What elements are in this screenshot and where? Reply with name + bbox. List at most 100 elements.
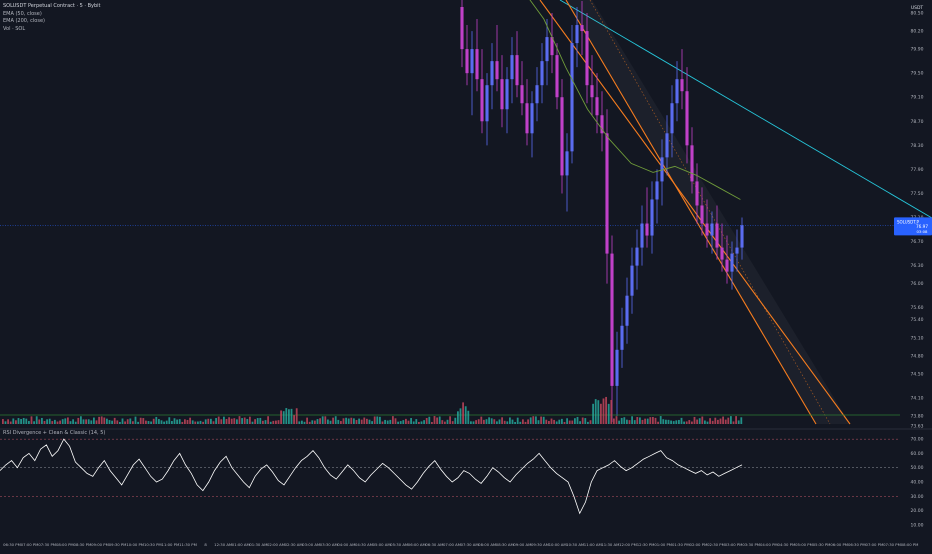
- time-tick-label: 08:30 PM: [74, 542, 92, 547]
- volume-bar: [633, 420, 636, 424]
- volume-bar: [168, 417, 171, 424]
- volume-bar: [186, 419, 189, 424]
- volume-bar: [584, 418, 587, 424]
- candle-body: [605, 133, 609, 254]
- volume-bar: [17, 418, 20, 424]
- volume-bar: [649, 417, 652, 424]
- time-tick-label: 08:00 PM: [901, 542, 919, 547]
- volume-bar: [197, 421, 199, 424]
- volume-bar: [610, 399, 613, 424]
- volume-bar: [12, 418, 15, 424]
- time-tick-label: 07:00 PM: [21, 542, 39, 547]
- volume-bar: [288, 409, 290, 424]
- time-tick-label: 04:30 PM: [778, 542, 796, 547]
- volume-bar: [77, 417, 80, 424]
- time-tick-label: 12:00 PM: [619, 542, 637, 547]
- volume-bar: [509, 417, 511, 424]
- time-tick-label: 12:30 PM: [637, 542, 655, 547]
- volume-bar: [59, 420, 61, 424]
- rsi-line: [0, 438, 743, 515]
- volume-bar: [402, 420, 405, 424]
- volume-bar: [717, 419, 719, 424]
- volume-bar: [545, 419, 548, 424]
- volume-bar: [303, 421, 306, 424]
- volume-bar: [165, 420, 168, 424]
- volume-bar: [93, 417, 95, 424]
- channel-upper-line: [565, 0, 817, 425]
- volume-bar: [51, 421, 54, 424]
- price-tick-label: 76.00: [911, 281, 924, 287]
- volume-bar: [384, 419, 386, 424]
- volume-bar: [371, 421, 373, 424]
- volume-bar: [158, 419, 160, 424]
- price-tick-label: 73.80: [911, 413, 924, 419]
- volume-bar: [347, 418, 350, 424]
- volume-bar: [535, 416, 537, 424]
- volume-bar: [243, 417, 246, 424]
- time-tick-label: 11:00 AM: [584, 542, 602, 547]
- candle-body: [715, 223, 719, 248]
- symbol-title[interactable]: SOLUSDT Perpetual Contract · 5 · Bybit: [3, 3, 101, 11]
- legend: SOLUSDT Perpetual Contract · 5 · Bybit E…: [3, 3, 101, 33]
- candle-body: [735, 247, 739, 254]
- candle-body: [570, 43, 574, 152]
- volume-bar: [350, 417, 353, 424]
- volume-bar: [714, 417, 717, 424]
- time-tick-label: 01:00 PM: [654, 542, 672, 547]
- volume-bar: [566, 418, 568, 424]
- volume-bar: [176, 419, 178, 424]
- volume-bar: [730, 416, 732, 424]
- volume-bar: [392, 416, 394, 424]
- time-tick-label: 05:30 AM: [390, 542, 408, 547]
- volume-bar: [441, 420, 444, 424]
- volume-bar: [207, 418, 210, 424]
- candle-body: [590, 85, 594, 98]
- volume-bar: [628, 420, 631, 424]
- price-tick-label: 76.30: [911, 263, 924, 269]
- volume-bar: [550, 418, 553, 424]
- price-tick-label: 80.20: [911, 29, 924, 35]
- volume-bar: [464, 406, 467, 424]
- volume-bar: [48, 418, 51, 424]
- volume-bar: [33, 421, 35, 424]
- volume-bar: [145, 420, 147, 424]
- volume-bar: [340, 421, 342, 424]
- volume-bar: [626, 419, 628, 424]
- ema200-legend[interactable]: EMA (200, close): [3, 18, 101, 26]
- time-tick-label: 8: [204, 542, 207, 547]
- candle-body: [620, 325, 624, 350]
- volume-bar: [264, 420, 267, 424]
- rsi-tick-label: 40.00: [911, 480, 924, 486]
- candle-body: [640, 223, 644, 248]
- volume-bar: [727, 417, 730, 424]
- rsi-tick-label: 20.00: [911, 508, 924, 514]
- volume-bar: [665, 419, 667, 424]
- time-tick-label: 05:30 PM: [813, 542, 831, 547]
- volume-bar: [126, 419, 129, 424]
- volume-bar: [667, 419, 670, 424]
- volume-bar: [155, 416, 158, 424]
- volume-bar: [35, 416, 38, 424]
- volume-bar: [9, 421, 12, 424]
- volume-bar: [397, 421, 399, 424]
- volume-bar: [30, 416, 33, 424]
- time-tick-label: 07:00 PM: [866, 542, 884, 547]
- volume-bar: [61, 419, 64, 424]
- volume-bar: [28, 420, 30, 424]
- ema50-legend[interactable]: EMA (50, close): [3, 11, 101, 19]
- chart-canvas[interactable]: 80.50 80.20 79.90 79.50 79.10 78.70 78.30 77.90…: [0, 0, 932, 550]
- volume-bar: [269, 421, 272, 424]
- volume-bar: [210, 418, 212, 424]
- volume-bar: [87, 419, 90, 424]
- time-tick-label: 04:00 AM: [337, 542, 355, 547]
- volume-bar: [605, 396, 607, 424]
- volume-legend[interactable]: Vol · SOL: [3, 26, 101, 34]
- volume-bar: [80, 416, 82, 424]
- volume-bar: [358, 418, 360, 424]
- volume-bar: [314, 420, 316, 424]
- rsi-legend[interactable]: RSI Divergence + Clean & Classic (14, 5): [3, 430, 105, 436]
- candle-body: [565, 151, 569, 176]
- candle-body: [725, 259, 729, 272]
- volume-bar: [119, 421, 121, 424]
- candle-body: [475, 49, 479, 80]
